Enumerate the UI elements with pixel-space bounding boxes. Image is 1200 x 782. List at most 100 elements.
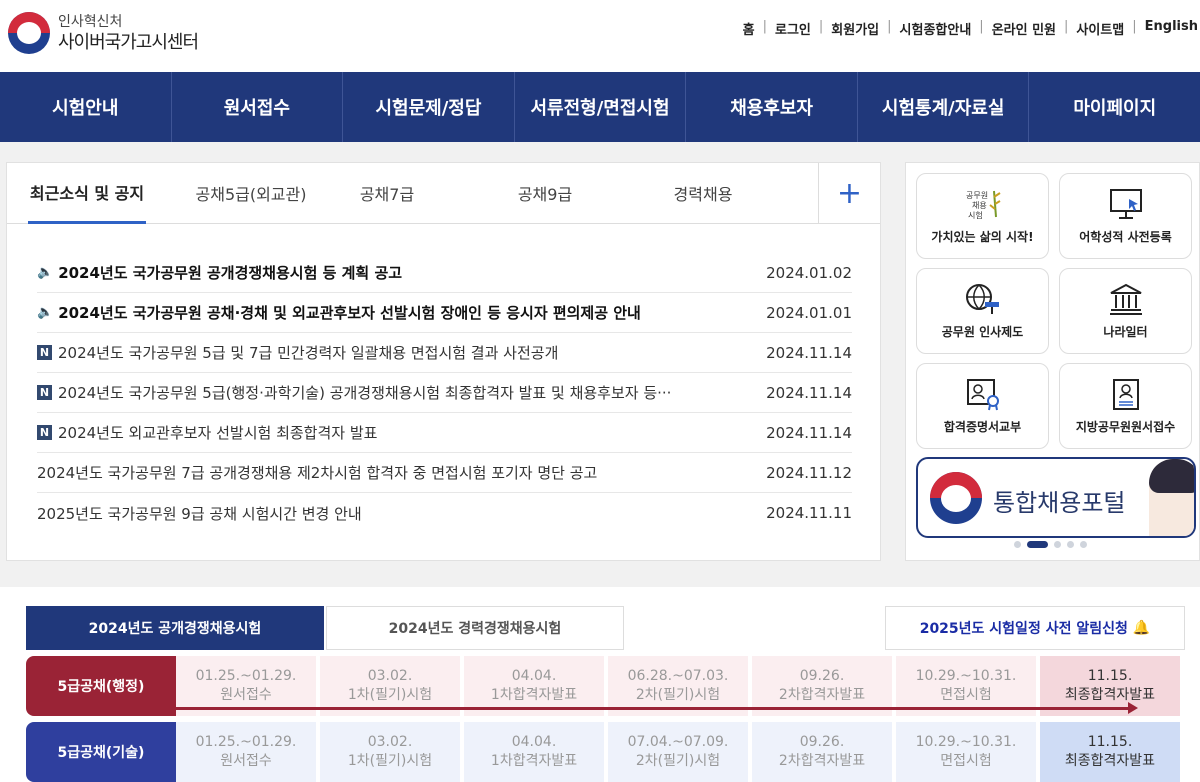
nav-exam-info[interactable]: 시험안내 (0, 72, 172, 142)
tab-career[interactable]: 경력채용 (666, 163, 740, 224)
svg-text:시험: 시험 (968, 211, 983, 220)
tab-latest-news[interactable]: 최근소식 및 공지 (28, 163, 146, 224)
news-panel: 최근소식 및 공지 공채5급(외교관) 공채7급 공채9급 경력채용 + 🔈 20… (6, 162, 881, 561)
card-label: 지방공무원원서접수 (1075, 420, 1176, 434)
slide-dot[interactable] (1054, 541, 1061, 548)
slide-dot[interactable] (1080, 541, 1087, 548)
news-title: 2024년도 외교관후보자 선발시험 최종합격자 발표 (58, 424, 378, 442)
news-date: 2024.11.14 (766, 343, 852, 362)
taegeuk-logo-icon (930, 472, 982, 524)
slide-dot[interactable] (1014, 541, 1021, 548)
schedule-row-grade5-admin: 5급공채(행정) 01.25.~01.29. 원서접수 03.02. 1차(필기)시험 0… (26, 656, 1184, 716)
tab-grade9[interactable]: 공채9급 (508, 163, 582, 224)
card-hr-system[interactable]: 공무원 인사제도 (916, 268, 1049, 354)
new-badge: N (37, 425, 52, 440)
nav-mypage[interactable]: 마이페이지 (1029, 72, 1200, 142)
tab-career-competition[interactable]: 2024년도 경력경쟁채용시험 (326, 606, 624, 650)
slide-dot-active[interactable] (1027, 541, 1048, 548)
list-item[interactable]: N 2024년도 국가공무원 5급 및 7급 민간경력자 일괄채용 면접시험 결과… (37, 333, 852, 373)
schedule-date: 03.02. (367, 668, 413, 684)
util-link-english[interactable]: English (1145, 19, 1198, 38)
schedule-date: 11.15. (1087, 668, 1133, 684)
plus-icon[interactable]: + (818, 163, 880, 224)
nav-candidates[interactable]: 채용후보자 (686, 72, 858, 142)
schedule-date: 06.28.~07.03. (627, 668, 729, 684)
slider-indicator (1014, 541, 1087, 548)
news-date: 2024.01.01 (766, 303, 852, 322)
schedule-stage: 1차합격자발표 (490, 687, 578, 703)
quick-links-panel: 공무원 채용 시험 가치있는 삶의 시작! 어학성적 사전등록 공무원 인사제도 (905, 162, 1200, 561)
main-nav: 시험안내 원서접수 시험문제/정답 서류전형/면접시험 채용후보자 시험통계/자… (0, 72, 1200, 142)
exam-schedule: 2024년도 공개경쟁채용시험 2024년도 경력경쟁채용시험 2025년도 시… (0, 587, 1200, 782)
news-title: 2024년도 국가공무원 공개경쟁채용시험 등 계획 공고 (58, 264, 403, 282)
news-date: 2024.11.11 (766, 504, 852, 522)
news-tabs: 최근소식 및 공지 공채5급(외교관) 공채7급 공채9급 경력채용 + (7, 163, 880, 224)
card-label: 나라일터 (1103, 325, 1148, 339)
schedule-stage: 2차(필기)시험 (635, 753, 721, 769)
news-title: 2025년도 국가공무원 9급 공채 시험시간 변경 안내 (37, 504, 362, 523)
util-link-online-civil[interactable]: 온라인 민원 (992, 19, 1056, 38)
card-label: 어학성적 사전등록 (1079, 230, 1172, 244)
utility-links: 홈 | 로그인 | 회원가입 | 시험종합안내 | 온라인 민원 | 사이트맵 | Engl… (742, 19, 1198, 38)
news-list: 🔈 2024년도 국가공무원 공개경쟁채용시험 등 계획 공고 2024.01.0… (37, 253, 852, 533)
schedule-cell: 09.26. 2차합격자발표 (752, 722, 894, 782)
integrated-recruitment-banner[interactable]: 통합채용포털 (916, 457, 1196, 538)
card-label: 합격증명서교부 (943, 420, 1022, 434)
schedule-date: 10.29.~10.31. (915, 734, 1017, 750)
alert-label: 2025년도 시험일정 사전 알림신청 (919, 621, 1128, 637)
list-item[interactable]: 2024년도 국가공무원 7급 공개경쟁채용 제2차시험 합격자 중 면접시험 … (37, 453, 852, 493)
list-item[interactable]: N 2024년도 외교관후보자 선발시험 최종합격자 발표 2024.11.14 (37, 413, 852, 453)
schedule-stage: 2차(필기)시험 (635, 687, 721, 703)
list-item[interactable]: 2025년도 국가공무원 9급 공채 시험시간 변경 안내 2024.11.11 (37, 493, 852, 533)
schedule-stage: 1차(필기)시험 (347, 753, 433, 769)
arrowhead-icon (1128, 702, 1138, 714)
schedule-stage: 최종합격자발표 (1064, 687, 1156, 703)
schedule-stage: 2차합격자발표 (778, 687, 866, 703)
schedule-date: 04.04. (511, 734, 557, 750)
card-narailteo[interactable]: 나라일터 (1059, 268, 1192, 354)
schedule-stage: 원서접수 (220, 687, 272, 703)
schedule-date: 07.04.~07.09. (627, 734, 729, 750)
card-local-application[interactable]: 지방공무원원서접수 (1059, 363, 1192, 449)
schedule-cell: 10.29.~10.31. 면접시험 (896, 722, 1038, 782)
card-language-score[interactable]: 어학성적 사전등록 (1059, 173, 1192, 259)
nav-application[interactable]: 원서접수 (172, 72, 344, 142)
schedule-stage: 1차합격자발표 (490, 753, 578, 769)
tab-grade7[interactable]: 공채7급 (350, 163, 424, 224)
schedule-cell: 07.04.~07.09. 2차(필기)시험 (608, 722, 750, 782)
news-title: 2024년도 국가공무원 7급 공개경쟁채용 제2차시험 합격자 중 면접시험 … (37, 464, 598, 482)
util-link-sitemap[interactable]: 사이트맵 (1076, 19, 1124, 38)
card-civil-service-recruitment[interactable]: 공무원 채용 시험 가치있는 삶의 시작! (916, 173, 1049, 259)
megaphone-icon: 🔈 (37, 265, 54, 280)
site-logo[interactable]: 인사혁신처 사이버국가고시센터 (8, 12, 199, 54)
nav-questions-answers[interactable]: 시험문제/정답 (343, 72, 515, 142)
news-date: 2024.11.14 (766, 423, 852, 442)
nav-interview[interactable]: 서류전형/면접시험 (515, 72, 687, 142)
schedule-date: 03.02. (367, 734, 413, 750)
news-date: 2024.11.14 (766, 383, 852, 402)
list-item[interactable]: N 2024년도 국가공무원 5급(행정·과학기술) 공개경쟁채용시험 최종합격자… (37, 373, 852, 413)
util-link-signup[interactable]: 회원가입 (831, 19, 879, 38)
list-item[interactable]: 🔈 2024년도 국가공무원 공채·경채 및 외교관후보자 선발시험 장애인 등 … (37, 293, 852, 333)
svg-text:공무원: 공무원 (966, 191, 988, 200)
list-item[interactable]: 🔈 2024년도 국가공무원 공개경쟁채용시험 등 계획 공고 2024.01.0… (37, 253, 852, 293)
schedule-alert-button[interactable]: 2025년도 시험일정 사전 알림신청 🔔 (885, 606, 1185, 650)
schedule-date: 04.04. (511, 668, 557, 684)
card-pass-certificate[interactable]: 합격증명서교부 (916, 363, 1049, 449)
schedule-date: 01.25.~01.29. (195, 734, 297, 750)
card-label: 공무원 인사제도 (941, 325, 1024, 339)
news-date: 2024.01.02 (766, 263, 852, 282)
schedule-stage: 1차(필기)시험 (347, 687, 433, 703)
schedule-row-label: 5급공채(행정) (26, 656, 176, 716)
tab-grade5-diplomat[interactable]: 공채5급(외교관) (193, 163, 309, 224)
tab-open-competition[interactable]: 2024년도 공개경쟁채용시험 (26, 606, 324, 650)
civil-service-logo-icon: 공무원 채용 시험 (964, 187, 1002, 221)
card-label: 가치있는 삶의 시작! (931, 230, 1034, 244)
util-link-home[interactable]: 홈 (743, 19, 755, 38)
schedule-stage: 면접시험 (940, 687, 992, 703)
slide-dot[interactable] (1067, 541, 1074, 548)
util-link-login[interactable]: 로그인 (775, 19, 811, 38)
new-badge: N (37, 385, 52, 400)
nav-statistics[interactable]: 시험통계/자료실 (858, 72, 1030, 142)
util-link-exam-guide[interactable]: 시험종합안내 (900, 19, 972, 38)
